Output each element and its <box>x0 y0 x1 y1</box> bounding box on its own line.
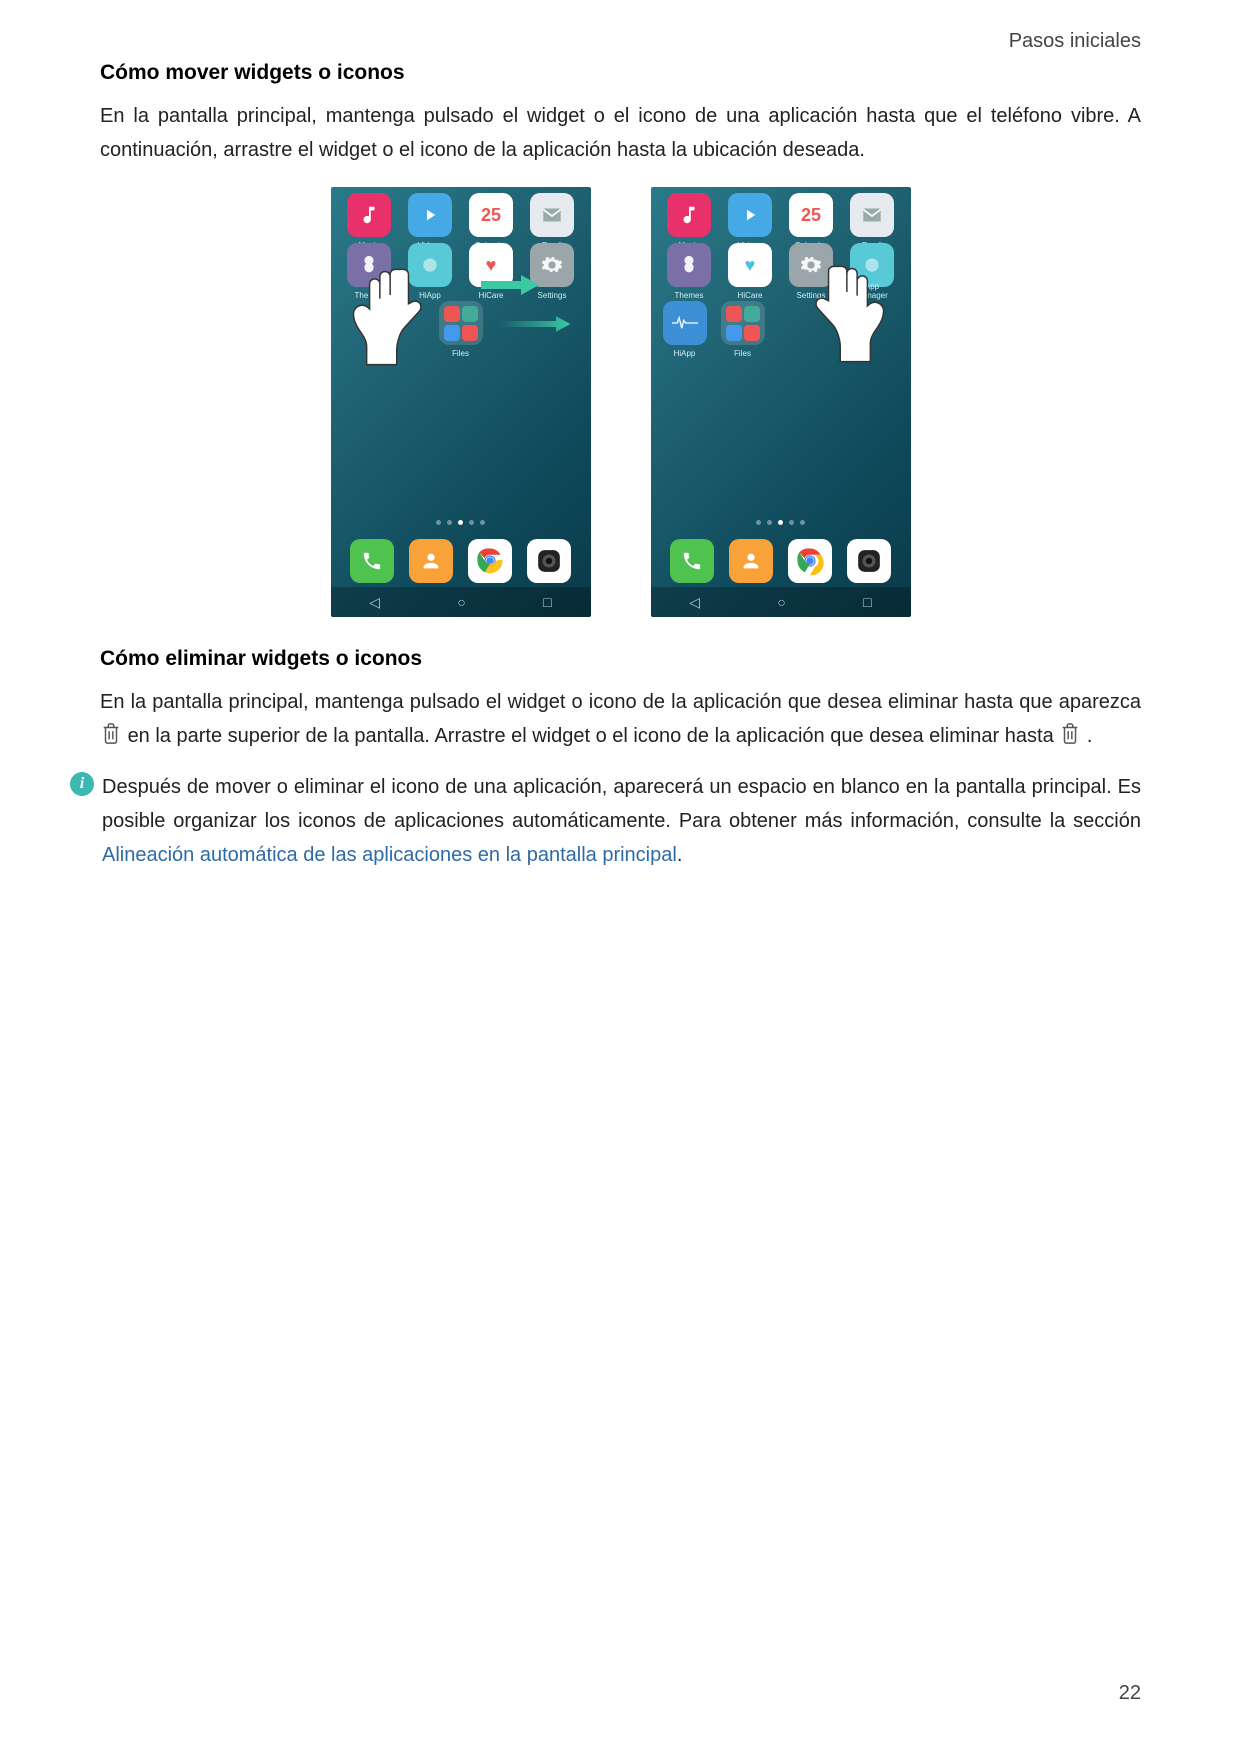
themes-icon: Themes <box>667 243 711 287</box>
info-icon: i <box>70 772 94 796</box>
trash-icon <box>1059 721 1081 756</box>
email-icon: Email <box>850 193 894 237</box>
videos-icon: Videos <box>408 193 452 237</box>
transition-arrow-icon <box>475 315 595 333</box>
page-number: 22 <box>1119 1682 1141 1705</box>
hiapp-icon-being-dragged: HiApp <box>408 243 452 287</box>
dock <box>651 539 911 583</box>
section-body-delete: En la pantalla principal, mantenga pulsa… <box>100 685 1141 756</box>
folder-icon: Files <box>721 301 765 345</box>
page-indicator <box>651 520 911 525</box>
videos-icon: Videos <box>728 193 772 237</box>
email-icon: Email <box>530 193 574 237</box>
calendar-icon: 25 Calendar <box>469 193 513 237</box>
contacts-icon <box>729 539 773 583</box>
section-title-delete: Cómo eliminar widgets o iconos <box>100 647 1141 671</box>
contacts-icon <box>409 539 453 583</box>
android-navbar: ◁ ○ □ <box>331 587 591 617</box>
dock <box>331 539 591 583</box>
section-body-move: En la pantalla principal, mantenga pulsa… <box>100 99 1141 167</box>
nav-recent-icon: □ <box>863 594 871 610</box>
hicare-icon: ♥ HiCare <box>728 243 772 287</box>
tip-block: i Después de mover o eliminar el icono d… <box>100 770 1141 872</box>
chrome-icon <box>788 539 832 583</box>
trash-icon <box>100 721 122 756</box>
chrome-icon <box>468 539 512 583</box>
running-header: Pasos iniciales <box>100 30 1141 53</box>
phone-screenshot-after: Music Videos 25 Calendar Email <box>651 187 911 617</box>
nav-recent-icon: □ <box>543 594 551 610</box>
android-navbar: ◁ ○ □ <box>651 587 911 617</box>
settings-icon: Settings <box>789 243 833 287</box>
nav-home-icon: ○ <box>777 594 785 610</box>
illustration-phones: Music Videos 25 Calendar Email <box>100 187 1141 617</box>
alignment-link[interactable]: Alineación automática de las aplicacione… <box>102 844 677 866</box>
themes-icon: Themes <box>347 243 391 287</box>
phone-icon <box>670 539 714 583</box>
phone-icon <box>350 539 394 583</box>
tip-text: Después de mover o eliminar el icono de … <box>102 776 1141 832</box>
camera-icon <box>527 539 571 583</box>
section-title-move: Cómo mover widgets o iconos <box>100 61 1141 85</box>
page-indicator <box>331 520 591 525</box>
health-icon: HiApp <box>663 301 707 345</box>
music-icon: Music <box>667 193 711 237</box>
phone-screenshot-before: Music Videos 25 Calendar Email <box>331 187 591 617</box>
nav-home-icon: ○ <box>457 594 465 610</box>
camera-icon <box>847 539 891 583</box>
nav-back-icon: ◁ <box>689 594 700 611</box>
nav-back-icon: ◁ <box>369 594 380 611</box>
tip-text-end: . <box>677 844 683 866</box>
calendar-icon: 25 Calendar <box>789 193 833 237</box>
music-icon: Music <box>347 193 391 237</box>
drag-arrow-icon <box>481 275 541 295</box>
hiapp-icon-dropped: App Manager <box>850 243 894 287</box>
